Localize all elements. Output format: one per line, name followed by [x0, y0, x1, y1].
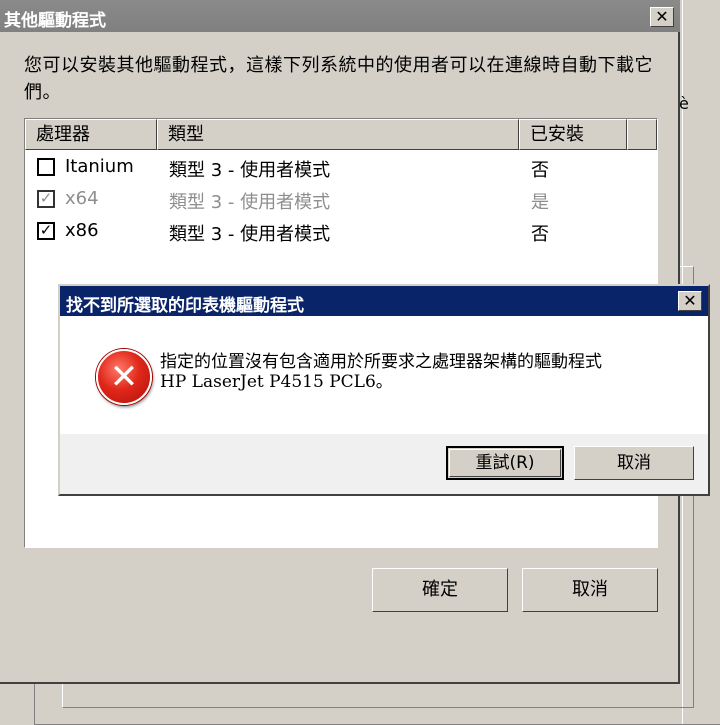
column-header-processor[interactable]: 處理器: [25, 119, 157, 150]
list-item-itanium[interactable]: Itanium 類型 3 - 使用者模式 否: [25, 152, 657, 182]
retry-button[interactable]: 重試(R): [446, 446, 564, 480]
column-label: 類型: [168, 124, 204, 145]
type-cell: 類型 3 - 使用者模式: [169, 224, 331, 245]
type-cell: 類型 3 - 使用者模式: [169, 192, 331, 213]
error-icon: ✕: [96, 349, 152, 405]
ok-button-label: 確定: [422, 579, 458, 600]
row-checkbox[interactable]: [37, 158, 55, 176]
cancel-button[interactable]: 取消: [522, 568, 658, 612]
error-dialog-titlebar: 找不到所選取的印表機驅動程式 ✕: [60, 286, 708, 316]
row-checkbox[interactable]: ✓: [37, 222, 55, 240]
dialog-titlebar: 其他驅動程式 ✕: [0, 0, 680, 32]
retry-button-label: 重試(R): [475, 453, 535, 473]
error-dialog-body: ✕ 指定的位置沒有包含適用於所要求之處理器架構的驅動程式 HP LaserJet…: [60, 316, 708, 434]
installed-cell: 否: [531, 224, 549, 245]
column-header-installed[interactable]: 已安裝: [519, 119, 627, 150]
error-dialog: 找不到所選取的印表機驅動程式 ✕ ✕ 指定的位置沒有包含適用於所要求之處理器架構…: [58, 284, 710, 496]
checkmark-icon: ✓: [39, 221, 53, 239]
type-cell: 類型 3 - 使用者模式: [169, 160, 331, 181]
close-button[interactable]: ✕: [650, 7, 674, 27]
processor-cell: Itanium: [65, 156, 134, 177]
error-cancel-button[interactable]: 取消: [574, 446, 694, 480]
list-item-x86[interactable]: ✓ x86 類型 3 - 使用者模式 否: [25, 216, 657, 246]
error-cancel-button-label: 取消: [617, 453, 651, 473]
checkmark-icon: ✓: [39, 189, 53, 207]
error-dialog-title: 找不到所選取的印表機驅動程式: [66, 296, 304, 316]
row-checkbox[interactable]: ✓: [37, 190, 55, 208]
error-dialog-footer: 重試(R) 取消: [60, 434, 708, 494]
close-icon: ✕: [683, 291, 697, 310]
close-icon: ✕: [655, 7, 669, 26]
installed-cell: 是: [531, 192, 549, 213]
column-label: 已安裝: [530, 124, 584, 145]
error-message: 指定的位置沒有包含適用於所要求之處理器架構的驅動程式 HP LaserJet P…: [160, 352, 700, 392]
column-header-type[interactable]: 類型: [157, 119, 519, 150]
installed-cell: 否: [531, 160, 549, 181]
processor-cell: x64: [65, 188, 99, 209]
list-item-x64[interactable]: ✓ x64 類型 3 - 使用者模式 是: [25, 184, 657, 214]
error-message-line-1: 指定的位置沒有包含適用於所要求之處理器架構的驅動程式: [160, 352, 602, 372]
ok-button[interactable]: 確定: [372, 568, 508, 612]
processor-cell: x86: [65, 220, 99, 241]
error-icon-glyph: ✕: [109, 357, 139, 397]
cancel-button-label: 取消: [572, 579, 608, 600]
dialog-description: 您可以安裝其他驅動程式，這樣下列系統中的使用者可以在連線時自動下載它們。: [24, 55, 653, 103]
error-message-line-2: HP LaserJet P4515 PCL6。: [160, 372, 393, 392]
error-close-button[interactable]: ✕: [678, 291, 702, 311]
dialog-title: 其他驅動程式: [4, 11, 106, 31]
column-header-filler: [627, 119, 657, 150]
column-label: 處理器: [36, 124, 90, 145]
listview-header: 處理器 類型 已安裝: [25, 119, 657, 151]
